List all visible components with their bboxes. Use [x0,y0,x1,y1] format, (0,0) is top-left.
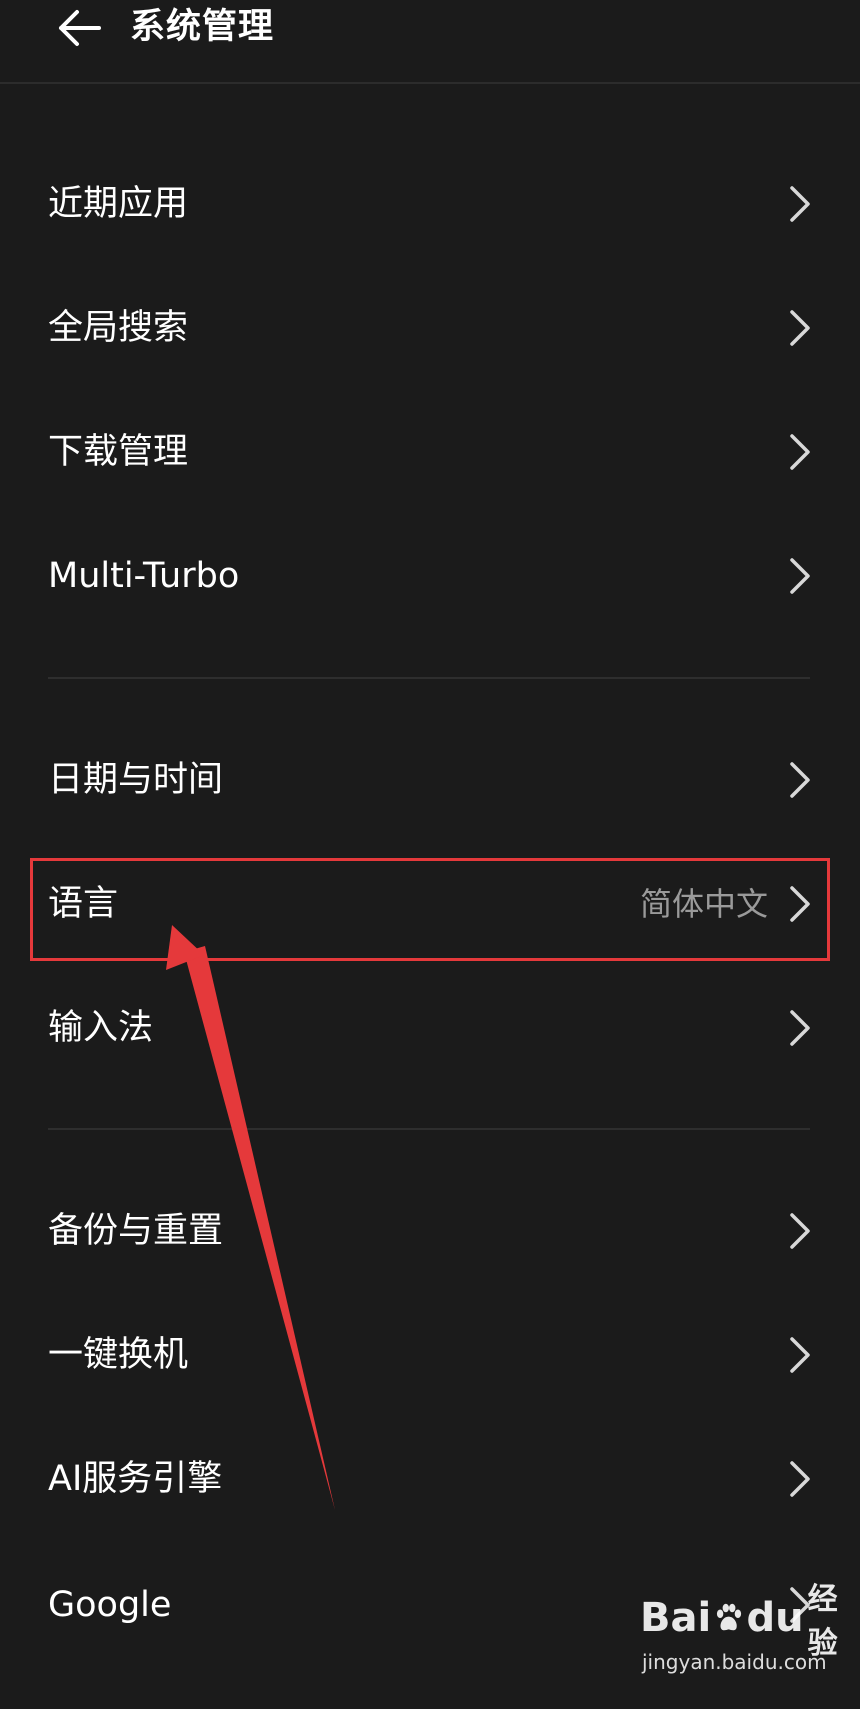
setting-item-label: 备份与重置 [48,1211,224,1251]
setting-item-input-method[interactable]: 输入法 [0,966,860,1090]
setting-item-download-manager[interactable]: 下载管理 [0,390,860,514]
chevron-right-icon [790,434,810,470]
section-divider [48,1128,810,1130]
setting-item-label: 近期应用 [48,184,189,224]
chevron-right-icon [790,310,810,346]
watermark-logo-text: Bai [640,1595,712,1641]
watermark-logo-text: du [746,1595,804,1641]
setting-item-label: AI服务引擎 [48,1459,223,1499]
chevron-right-icon [790,186,810,222]
setting-item-global-search[interactable]: 全局搜索 [0,266,860,390]
section-divider [48,677,810,679]
setting-item-ai-service-engine[interactable]: AI服务引擎 [0,1417,860,1541]
setting-item-label: 下载管理 [48,432,189,472]
chevron-right-icon [790,762,810,798]
watermark-url: jingyan.baidu.com [642,1650,827,1674]
setting-item-label: 日期与时间 [48,760,224,800]
setting-item-phone-clone[interactable]: 一键换机 [0,1293,860,1417]
setting-item-value: 简体中文 [639,885,768,923]
baidu-jingyan-watermark: Bai du 经验 jingyan.baidu.com [640,1582,840,1698]
setting-item-label: Multi-Turbo [48,556,240,596]
setting-item-multi-turbo[interactable]: Multi-Turbo [0,514,860,638]
top-app-bar: 系统管理 [0,0,860,84]
chevron-right-icon [790,1337,810,1373]
setting-item-backup-reset[interactable]: 备份与重置 [0,1169,860,1293]
paw-icon [717,1603,742,1631]
chevron-right-icon [790,1010,810,1046]
setting-item-date-time[interactable]: 日期与时间 [0,718,860,842]
setting-item-label: Google [48,1585,172,1625]
watermark-logo-suffix: 经验 [807,1582,838,1661]
watermark-logo: Bai du 经验 [640,1582,850,1661]
setting-item-label: 一键换机 [48,1335,189,1375]
chevron-right-icon [790,1213,810,1249]
setting-item-language[interactable]: 语言 简体中文 [0,842,860,966]
page-title: 系统管理 [130,7,275,47]
chevron-right-icon [790,558,810,594]
setting-item-label: 全局搜索 [48,308,189,348]
setting-item-label: 输入法 [48,1008,154,1048]
back-arrow-icon [59,10,101,46]
back-button[interactable] [44,0,114,56]
chevron-right-icon [790,1461,810,1497]
setting-item-label: 语言 [48,884,119,924]
chevron-right-icon [790,886,810,922]
setting-item-recent-apps[interactable]: 近期应用 [0,142,860,266]
